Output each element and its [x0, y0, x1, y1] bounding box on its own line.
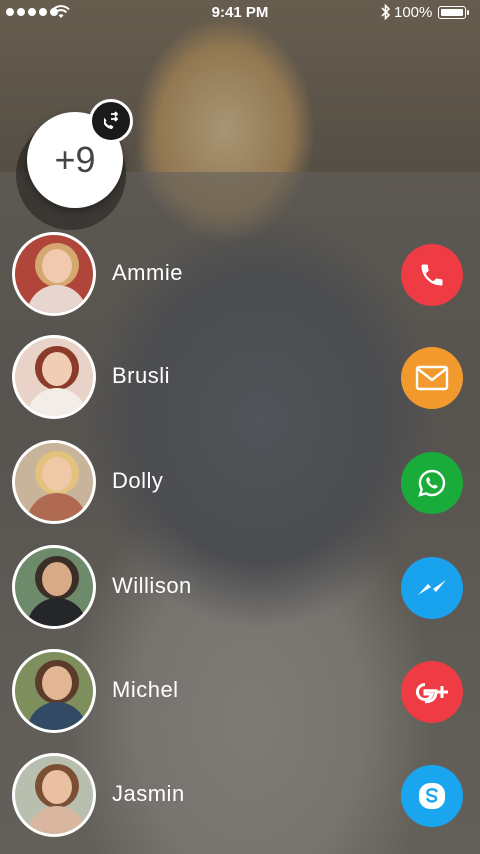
- avatar: [12, 753, 96, 837]
- messenger-icon[interactable]: [401, 557, 463, 619]
- contact-name: Willison: [112, 573, 192, 598]
- battery-percent: 100%: [394, 4, 433, 21]
- contact-name: Michel: [112, 677, 179, 702]
- avatar: [12, 440, 96, 524]
- contact-name: Ammie: [112, 260, 183, 285]
- mail-icon[interactable]: [401, 347, 463, 409]
- bluetooth-icon: [381, 4, 391, 20]
- contact-row[interactable]: Ammie: [0, 232, 480, 318]
- contact-name: Brusli: [112, 363, 171, 388]
- contact-row[interactable]: Brusli: [0, 335, 480, 421]
- whatsapp-icon[interactable]: [401, 452, 463, 514]
- contact-name: Jasmin: [112, 781, 185, 806]
- avatar: [12, 232, 96, 316]
- call-transfer-icon[interactable]: [89, 99, 133, 143]
- contact-row[interactable]: Jasmin: [0, 753, 480, 839]
- phone-icon[interactable]: [401, 244, 463, 306]
- contact-row[interactable]: Dolly: [0, 440, 480, 526]
- status-bar: 9:41 PM 100%: [0, 0, 480, 26]
- avatar: [12, 649, 96, 733]
- avatar: [12, 335, 96, 419]
- contact-name: Dolly: [112, 468, 164, 493]
- skype-icon[interactable]: [401, 765, 463, 827]
- avatar: [12, 545, 96, 629]
- contact-row[interactable]: Michel: [0, 649, 480, 735]
- contact-row[interactable]: Willison: [0, 545, 480, 631]
- battery-icon: [438, 6, 469, 19]
- google-plus-icon[interactable]: [401, 661, 463, 723]
